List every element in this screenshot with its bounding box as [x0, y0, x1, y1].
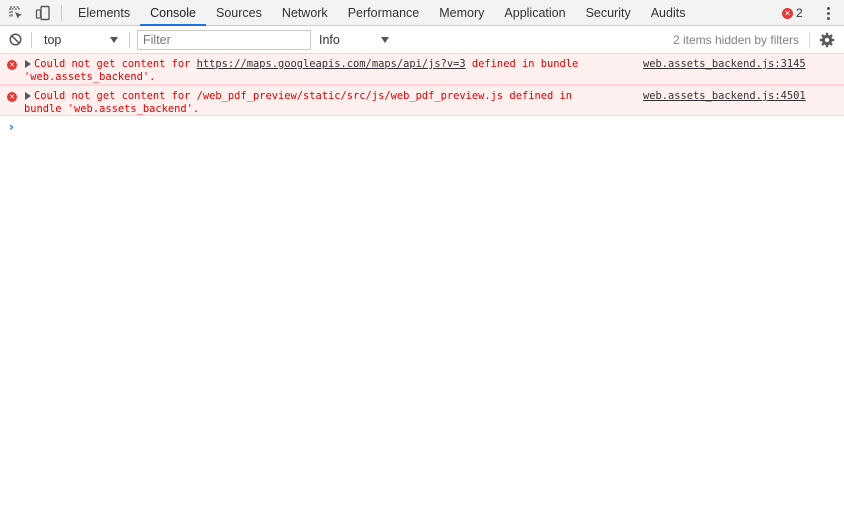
chevron-down-icon: [110, 37, 118, 43]
tab-performance[interactable]: Performance: [338, 0, 430, 26]
tab-elements[interactable]: Elements: [68, 0, 140, 26]
filter-input[interactable]: [137, 30, 311, 50]
log-level-select[interactable]: Info: [313, 30, 395, 50]
tab-sources[interactable]: Sources: [206, 0, 272, 26]
tab-memory[interactable]: Memory: [429, 0, 494, 26]
tab-console[interactable]: Console: [140, 0, 206, 26]
console-error-message[interactable]: ✕ Could not get content for /web_pdf_pre…: [0, 85, 844, 116]
message-suffix: defined in bundle: [465, 58, 579, 70]
context-select[interactable]: top: [36, 30, 124, 50]
toolbar-divider: [61, 5, 62, 21]
panel-tabs: Elements Console Sources Network Perform…: [68, 0, 695, 26]
console-error-message[interactable]: ✕ Could not get content for https://maps…: [0, 54, 844, 85]
message-line2: 'web.assets_backend'.: [24, 70, 156, 83]
device-toggle-icon[interactable]: [34, 4, 52, 22]
message-text: Could not get content for https://maps.g…: [24, 58, 624, 83]
error-icon: ✕: [7, 92, 17, 102]
message-line2: bundle 'web.assets_backend'.: [24, 102, 200, 115]
devtools-tab-bar: Elements Console Sources Network Perform…: [0, 0, 844, 26]
toolbar-divider: [31, 32, 32, 48]
settings-icon[interactable]: [819, 32, 835, 48]
inspect-icon[interactable]: [7, 4, 25, 22]
console-messages: ✕ Could not get content for https://maps…: [0, 54, 844, 116]
tab-security[interactable]: Security: [576, 0, 641, 26]
console-toolbar: top Info 2 items hidden by filters: [0, 26, 844, 54]
error-icon: ✕: [782, 7, 793, 19]
error-count: 2: [796, 6, 803, 20]
hidden-items-info: 2 items hidden by filters: [673, 33, 800, 47]
message-prefix: Could not get content for: [34, 58, 197, 70]
message-source-link[interactable]: web.assets_backend.js:4501: [643, 90, 806, 103]
tab-audits[interactable]: Audits: [641, 0, 696, 26]
tab-network[interactable]: Network: [272, 0, 338, 26]
clear-console-icon[interactable]: [9, 33, 22, 46]
console-prompt[interactable]: ›: [0, 118, 844, 136]
context-select-value: top: [44, 33, 62, 47]
toolbar-divider: [129, 32, 130, 48]
message-url-link[interactable]: https://maps.googleapis.com/maps/api/js?…: [197, 58, 466, 70]
message-text: Could not get content for /web_pdf_previ…: [24, 90, 624, 115]
log-level-value: Info: [319, 33, 340, 47]
toolbar-divider: [809, 32, 810, 48]
prompt-chevron-icon: ›: [9, 120, 14, 134]
tab-application[interactable]: Application: [494, 0, 575, 26]
error-counter[interactable]: ✕ 2: [782, 5, 803, 21]
error-icon: ✕: [7, 60, 17, 70]
more-icon[interactable]: [820, 4, 836, 22]
message-prefix: Could not get content for /web_pdf_previ…: [34, 90, 572, 102]
message-source-link[interactable]: web.assets_backend.js:3145: [643, 58, 806, 71]
chevron-down-icon: [381, 37, 389, 43]
